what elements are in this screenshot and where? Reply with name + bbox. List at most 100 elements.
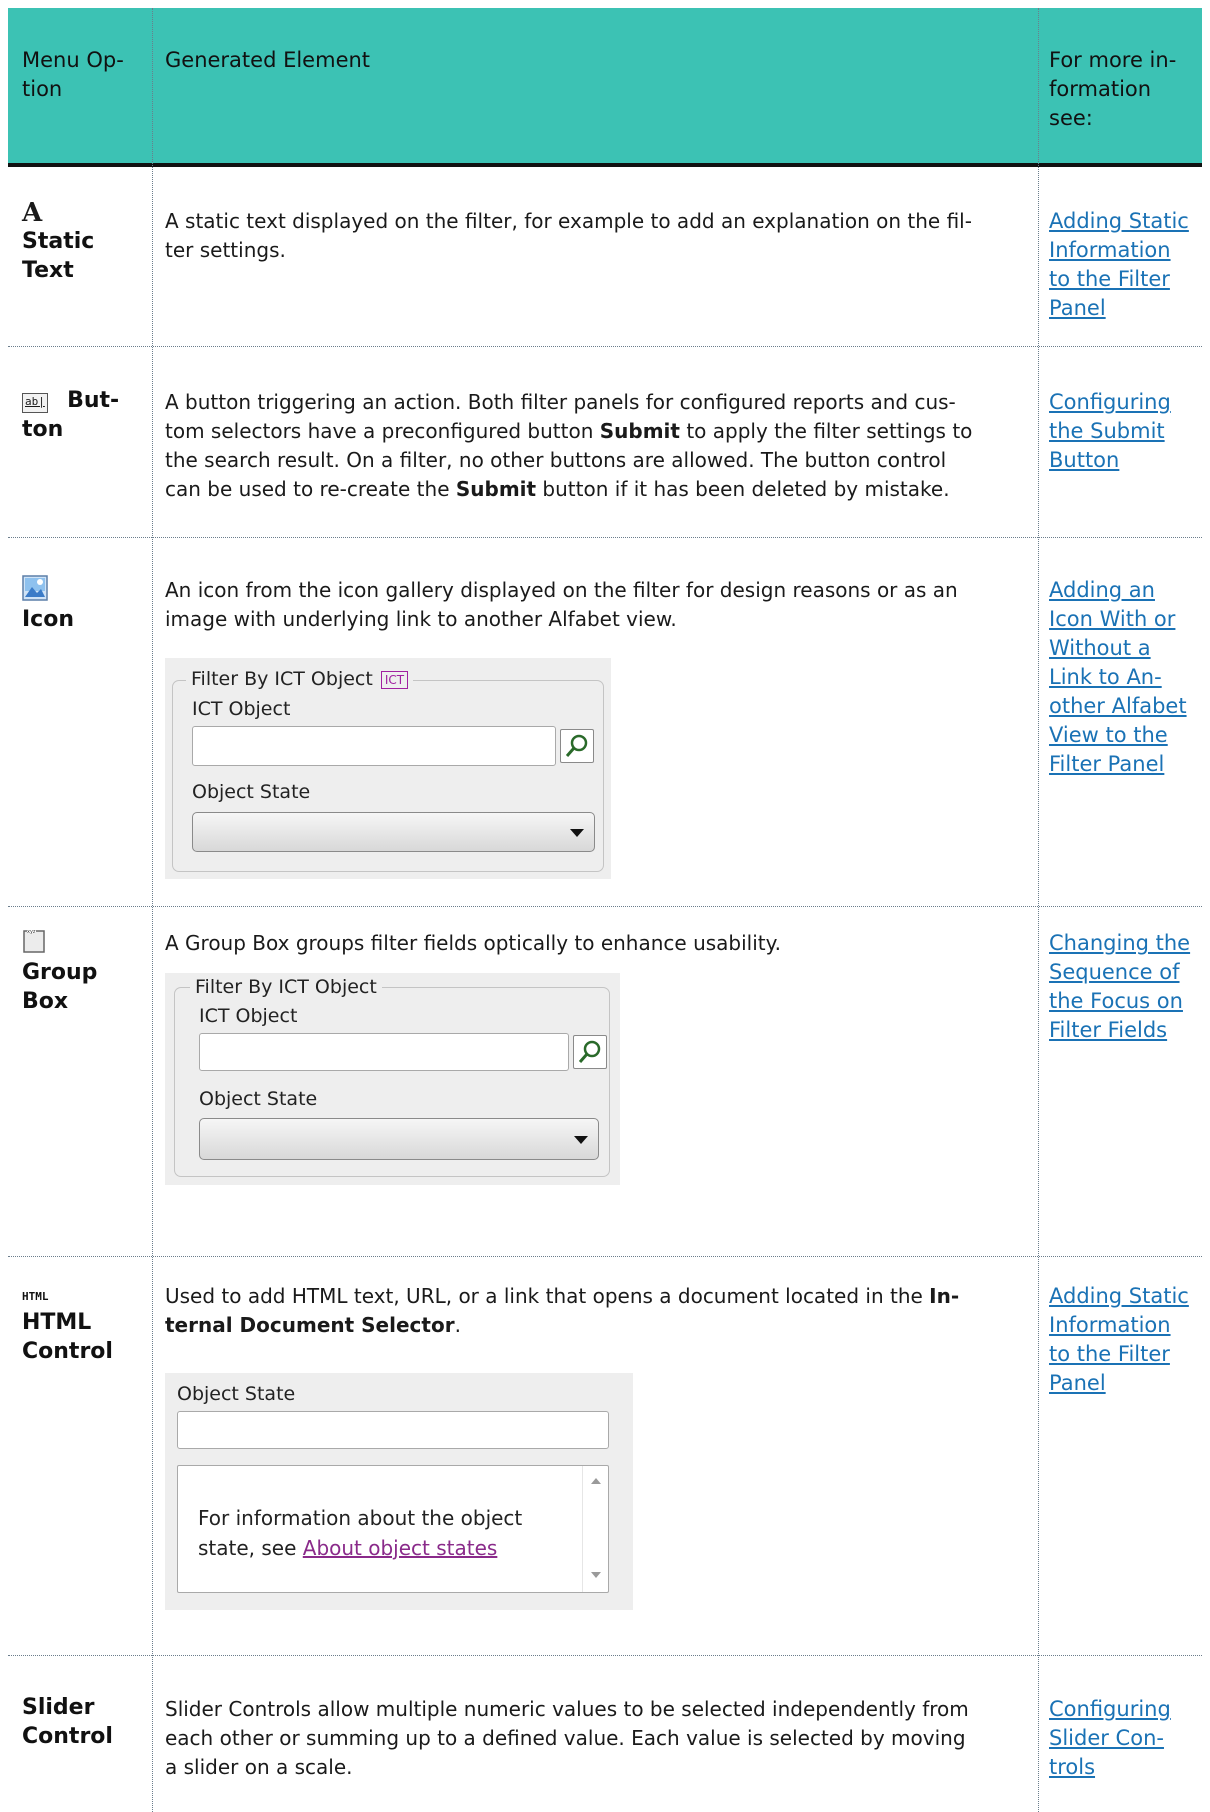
field-label: ICT Object — [199, 1005, 298, 1027]
field-label: Object State — [177, 1383, 296, 1405]
link-line[interactable]: Button — [1049, 446, 1199, 475]
link-line[interactable]: Changing the — [1049, 929, 1199, 958]
table-row-group-box: xyz Group Box A Group Box groups filter … — [8, 906, 1202, 1256]
menu-label: Group — [22, 960, 98, 985]
description-html-control: Used to add HTML text, URL, or a link th… — [165, 1282, 1025, 1340]
link-line[interactable]: Information — [1049, 236, 1199, 265]
group-box-legend: Filter By ICT Object ICT — [186, 668, 414, 690]
link-line[interactable]: Panel — [1049, 1369, 1199, 1398]
link-button[interactable]: Configuring the Submit Button — [1049, 388, 1199, 475]
link-line[interactable]: Slider Con- — [1049, 1724, 1199, 1753]
link-line[interactable]: to the Filter — [1049, 1340, 1199, 1369]
header-generated-element: Generated Element — [165, 48, 371, 72]
description-line: a slider on a scale. — [165, 1755, 353, 1779]
scroll-up-icon[interactable] — [591, 1478, 601, 1484]
description-line: A static text displayed on the filter, f… — [165, 209, 972, 233]
link-line[interactable]: Without a — [1049, 634, 1199, 663]
link-line[interactable]: Configuring — [1049, 388, 1199, 417]
search-icon — [565, 734, 588, 757]
link-slider-control[interactable]: Configuring Slider Con- trols — [1049, 1695, 1199, 1782]
description-line: ter settings. — [165, 238, 286, 262]
link-line[interactable]: Icon With or — [1049, 605, 1199, 634]
search-icon — [578, 1040, 601, 1063]
link-line[interactable]: Panel — [1049, 294, 1199, 323]
object-state-dropdown[interactable] — [199, 1118, 599, 1160]
description-line: image with underlying link to another Al… — [165, 607, 677, 631]
table-row-html-control: HTML HTML Control Used to add HTML text,… — [8, 1256, 1202, 1655]
link-line[interactable]: the Submit — [1049, 417, 1199, 446]
menu-label: But- — [67, 388, 120, 413]
svg-text:xyz: xyz — [27, 929, 36, 935]
link-line[interactable]: the Focus on — [1049, 987, 1199, 1016]
header-more-info-l2: formation — [1049, 77, 1152, 101]
menu-option-slider-control[interactable]: Slider Control — [22, 1693, 152, 1751]
html-info-text: For information about the object state, … — [198, 1506, 523, 1560]
link-icon[interactable]: Adding an Icon With or Without a Link to… — [1049, 576, 1199, 779]
menu-option-static-text[interactable]: A Static Text — [22, 199, 152, 285]
menu-option-html-control[interactable]: HTML HTML Control — [22, 1286, 152, 1366]
search-button[interactable] — [560, 729, 594, 763]
link-line[interactable]: Adding Static — [1049, 1282, 1199, 1311]
ict-object-input[interactable] — [199, 1033, 569, 1071]
ict-object-input[interactable] — [192, 726, 556, 766]
link-line[interactable]: to the Filter — [1049, 265, 1199, 294]
field-label: Object State — [192, 781, 311, 803]
description-group-box: A Group Box groups filter fields optical… — [165, 929, 1025, 958]
description-line: A button triggering an action. Both filt… — [165, 390, 956, 414]
scrollbar[interactable] — [582, 1466, 608, 1592]
description-line: An icon from the icon gallery displayed … — [165, 578, 958, 602]
filter-preview-html-control: Object State For information about the o… — [165, 1373, 633, 1610]
table-header: Menu Op- tion Generated Element For more… — [8, 8, 1202, 167]
menu-label: Control — [22, 1339, 113, 1364]
link-html-control[interactable]: Adding Static Information to the Filter … — [1049, 1282, 1199, 1398]
scroll-down-icon[interactable] — [591, 1572, 601, 1578]
link-line[interactable]: Configuring — [1049, 1695, 1199, 1724]
link-line[interactable]: trols — [1049, 1753, 1199, 1782]
link-line[interactable]: Link to An- — [1049, 663, 1199, 692]
menu-option-group-box[interactable]: xyz Group Box — [22, 928, 152, 1016]
table-row-slider-control: Slider Control Slider Controls allow mul… — [8, 1655, 1202, 1812]
link-group-box[interactable]: Changing the Sequence of the Focus on Fi… — [1049, 929, 1199, 1045]
description-static-text: A static text displayed on the filter, f… — [165, 207, 1025, 265]
chevron-down-icon — [570, 829, 584, 837]
description-slider-control: Slider Controls allow multiple numeric v… — [165, 1695, 1025, 1782]
menu-label: Static — [22, 229, 95, 254]
description-line: A Group Box groups filter fields optical… — [165, 931, 781, 955]
object-state-input[interactable] — [177, 1411, 609, 1449]
link-line[interactable]: Adding Static — [1049, 207, 1199, 236]
menu-option-button[interactable]: ab| But- ton — [22, 386, 152, 444]
description-line: the search result. On a filter, no other… — [165, 448, 947, 472]
group-box-icon: xyz — [22, 928, 152, 958]
menu-label: ton — [22, 417, 64, 442]
header-more-info: For more in- formation see: — [1049, 8, 1189, 163]
static-text-icon: A — [22, 198, 43, 228]
link-line[interactable]: Sequence of — [1049, 958, 1199, 987]
link-line[interactable]: other Alfabet — [1049, 692, 1199, 721]
description-line: Used to add HTML text, URL, or a link th… — [165, 1284, 960, 1308]
ict-icon: ICT — [380, 670, 409, 689]
description-line: can be used to re-create the Submit butt… — [165, 477, 950, 501]
object-state-dropdown[interactable] — [192, 812, 595, 852]
link-line[interactable]: View to the — [1049, 721, 1199, 750]
html-content-box: For information about the object state, … — [177, 1465, 609, 1593]
chevron-down-icon — [574, 1136, 588, 1144]
header-more-info-l1: For more in- — [1049, 48, 1177, 72]
link-line[interactable]: Adding an — [1049, 576, 1199, 605]
filter-preview-icon: Filter By ICT Object ICT ICT Object Objec… — [165, 658, 611, 879]
menu-label: Box — [22, 989, 69, 1014]
link-line[interactable]: Information — [1049, 1311, 1199, 1340]
header-menu-option: Menu Op- tion — [22, 8, 152, 163]
link-static-text[interactable]: Adding Static Information to the Filter … — [1049, 207, 1199, 323]
about-object-states-link[interactable]: About object states — [303, 1536, 498, 1560]
link-line[interactable]: Filter Fields — [1049, 1016, 1199, 1045]
group-box-legend: Filter By ICT Object — [190, 976, 382, 998]
header-more-info-l3: see: — [1049, 106, 1093, 130]
link-line[interactable]: Filter Panel — [1049, 750, 1199, 779]
menu-label: Icon — [22, 607, 75, 632]
picture-icon — [22, 575, 152, 605]
description-button: A button triggering an action. Both filt… — [165, 388, 1025, 504]
search-button[interactable] — [573, 1035, 607, 1069]
description-line: Slider Controls allow multiple numeric v… — [165, 1697, 969, 1721]
menu-option-icon[interactable]: Icon — [22, 575, 152, 634]
menu-label: Slider — [22, 1695, 95, 1720]
